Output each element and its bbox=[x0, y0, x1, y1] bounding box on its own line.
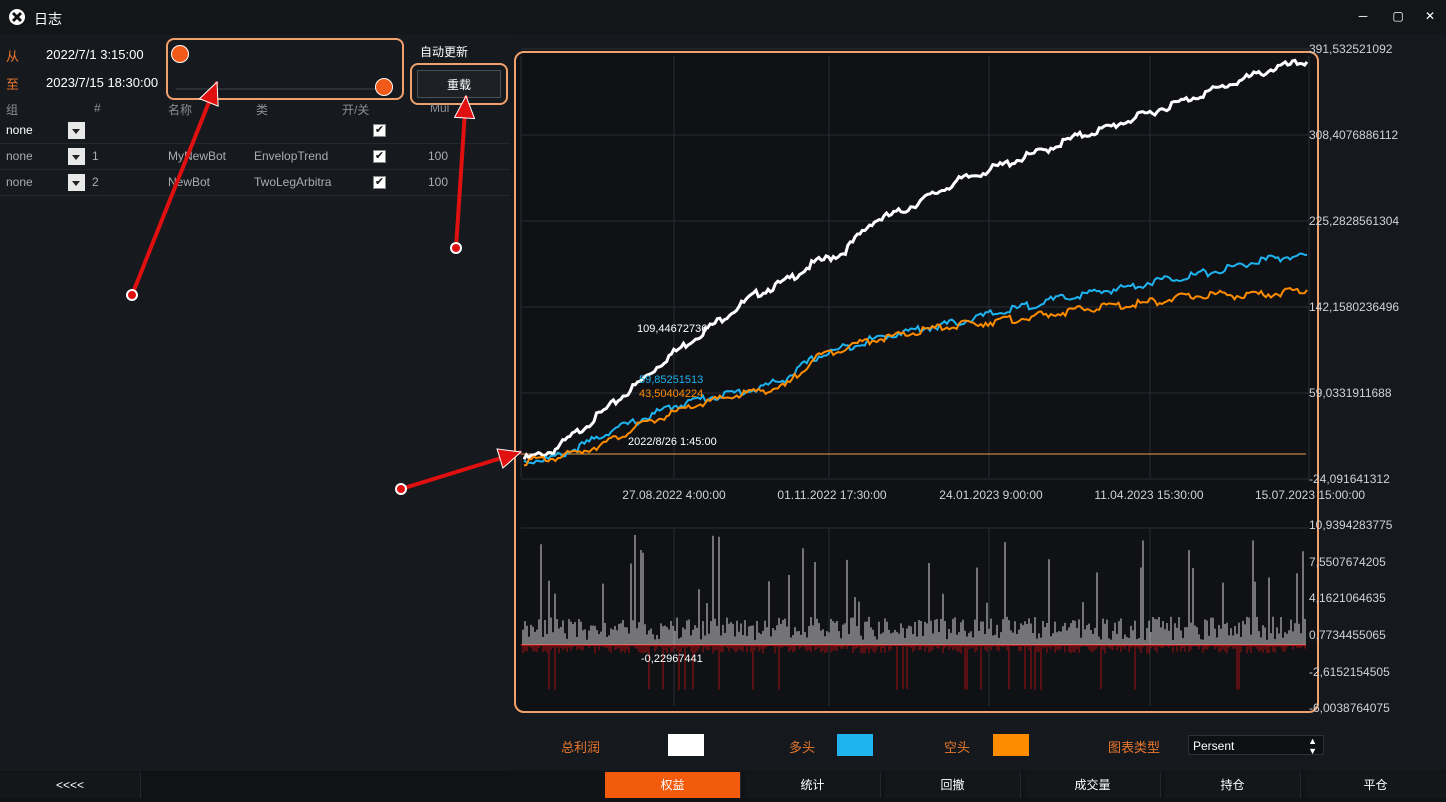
tab-drawdown[interactable]: 回撤 bbox=[885, 772, 1021, 798]
legend-short-label: 空头 bbox=[944, 740, 971, 755]
class-cell: EnvelopTrend bbox=[254, 149, 329, 163]
mul-cell: 100 bbox=[428, 149, 449, 163]
tab-equity[interactable]: 权益 bbox=[605, 772, 741, 798]
tab-volume[interactable]: 成交量 bbox=[1025, 772, 1161, 798]
num-cell: 2 bbox=[92, 175, 99, 189]
chart-type-value: Persent bbox=[1193, 739, 1235, 753]
table-row[interactable]: none 1 MyNewBot EnvelopTrend ✔ 100 bbox=[0, 143, 510, 170]
chart-highlight bbox=[514, 51, 1319, 713]
col-header-class: 类 bbox=[256, 103, 269, 117]
col-header-name: 名称 bbox=[168, 103, 193, 117]
group-dropdown-icon[interactable] bbox=[68, 148, 85, 165]
col-header-group: 组 bbox=[6, 103, 19, 117]
legend-long-label: 多头 bbox=[789, 740, 816, 755]
enabled-checkbox[interactable]: ✔ bbox=[373, 150, 386, 163]
mul-cell: 100 bbox=[428, 175, 449, 189]
enabled-checkbox[interactable]: ✔ bbox=[373, 124, 386, 137]
collapse-button[interactable]: <<<< bbox=[0, 772, 141, 798]
app-logo-icon bbox=[9, 9, 25, 25]
enabled-checkbox[interactable]: ✔ bbox=[373, 176, 386, 189]
group-cell: none bbox=[6, 175, 33, 189]
name-cell: NewBot bbox=[168, 175, 211, 189]
chart-type-label: 图表类型 bbox=[1108, 740, 1161, 755]
legend-total-label: 总利润 bbox=[561, 740, 601, 755]
close-icon[interactable]: ✕ bbox=[1419, 6, 1441, 26]
minimize-icon[interactable]: ─ bbox=[1352, 6, 1374, 26]
table-row[interactable]: none 2 NewBot TwoLegArbitra ✔ 100 bbox=[0, 169, 510, 196]
from-label: 从 bbox=[6, 49, 20, 64]
maximize-icon[interactable]: ▢ bbox=[1387, 6, 1409, 26]
date-range-slider[interactable] bbox=[166, 38, 404, 100]
tab-positions[interactable]: 持仓 bbox=[1165, 772, 1301, 798]
from-date-field[interactable]: 2022/7/1 3:15:00 bbox=[46, 47, 144, 62]
group-dropdown-icon[interactable] bbox=[68, 174, 85, 191]
slider-start-handle[interactable] bbox=[171, 45, 189, 63]
spinner-icon: ▲ ▼ bbox=[1308, 736, 1317, 756]
window-title: 日志 bbox=[34, 11, 62, 27]
chart-type-select[interactable]: Persent ▲ ▼ bbox=[1188, 735, 1324, 756]
legend-total-swatch[interactable] bbox=[668, 734, 704, 756]
slider-track bbox=[176, 88, 386, 90]
class-cell: TwoLegArbitra bbox=[254, 175, 332, 189]
num-cell: 1 bbox=[92, 149, 99, 163]
reload-button[interactable]: 重载 bbox=[417, 70, 501, 98]
tab-statistics[interactable]: 统计 bbox=[745, 772, 881, 798]
auto-update-label[interactable]: 自动更新 bbox=[420, 43, 468, 60]
group-cell: none bbox=[6, 149, 33, 163]
to-date-field[interactable]: 2023/7/15 18:30:00 bbox=[46, 75, 158, 90]
legend-short-swatch[interactable] bbox=[993, 734, 1029, 756]
slider-end-handle[interactable] bbox=[375, 78, 393, 96]
reload-highlight: 重载 bbox=[410, 63, 508, 105]
name-cell: MyNewBot bbox=[168, 149, 227, 163]
title-bar: 日志 ─ ▢ ✕ bbox=[0, 0, 1446, 34]
group-dropdown-icon[interactable] bbox=[68, 122, 85, 139]
table-row[interactable]: none ✔ bbox=[0, 117, 510, 144]
col-header-num: # bbox=[94, 101, 101, 115]
tab-closed[interactable]: 平仓 bbox=[1305, 772, 1446, 798]
col-header-mul: Mul bbox=[430, 101, 450, 115]
to-label: 至 bbox=[6, 77, 20, 92]
group-cell: none bbox=[6, 123, 33, 137]
legend-long-swatch[interactable] bbox=[837, 734, 873, 756]
col-header-onoff: 开/关 bbox=[342, 103, 370, 117]
